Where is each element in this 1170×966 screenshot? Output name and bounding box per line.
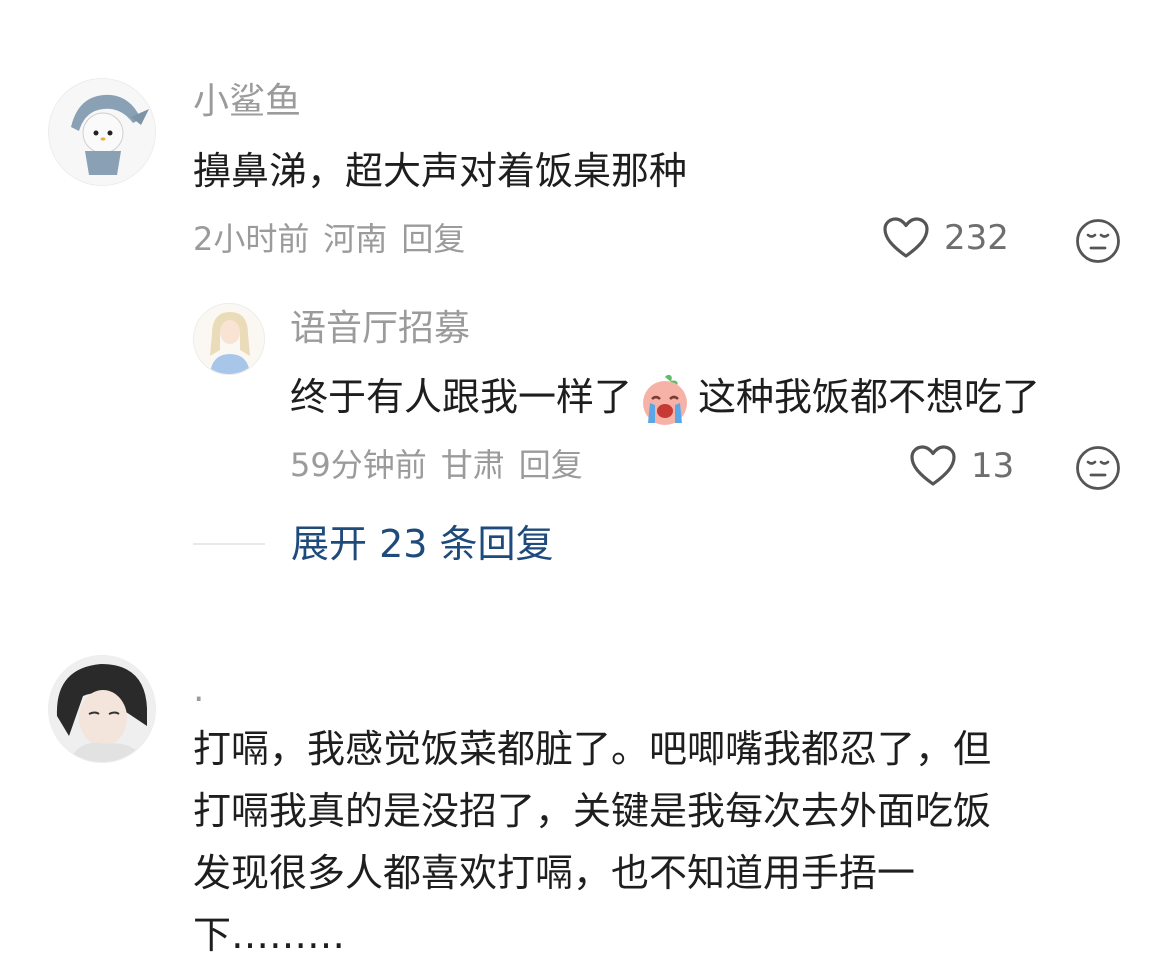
reply-meta: 59分钟前 甘肃 回复 xyxy=(290,445,597,485)
reaction-button[interactable] xyxy=(1075,218,1121,268)
expand-replies[interactable]: 展开 23 条回复 xyxy=(193,520,554,568)
shark-costume-avatar-icon xyxy=(49,79,155,185)
neutral-face-icon xyxy=(1076,219,1120,263)
reply-text-part: 这种我饭都不想吃了 xyxy=(698,375,1041,419)
comment-meta: 2小时前 河南 回复 xyxy=(193,219,479,259)
reply-text: 终于有人跟我一样了 这种我饭都不想吃了 xyxy=(290,367,1040,427)
comment-text-line: 发现很多人都喜欢打嗝，也不知道用手捂一 xyxy=(193,851,916,895)
comment-time: 2小时前 xyxy=(193,220,310,258)
reply-time: 59分钟前 xyxy=(290,446,427,484)
like-button[interactable]: 13 xyxy=(909,444,1014,488)
reply-author[interactable]: 语音厅招募 xyxy=(290,307,470,351)
crying-face-sticker-icon xyxy=(643,374,688,425)
heart-icon xyxy=(910,445,956,486)
avatar[interactable] xyxy=(193,303,265,375)
reaction-button[interactable] xyxy=(1075,445,1121,495)
reply-button[interactable]: 回复 xyxy=(519,446,583,484)
comment-text: 擤鼻涕，超大声对着饭桌那种 xyxy=(193,149,688,193)
illustrated-girl-avatar-icon xyxy=(194,304,264,374)
reply-text-part: 终于有人跟我一样了 xyxy=(290,375,633,419)
reply-button[interactable]: 回复 xyxy=(401,220,465,258)
comment-text-line: 打嗝，我感觉饭菜都脏了。吧唧嘴我都忍了，但 xyxy=(193,727,992,771)
girl-photo-avatar-icon xyxy=(49,656,155,762)
comment-author[interactable]: 小鲨鱼 xyxy=(193,80,301,124)
comment-text-line: 打嗝我真的是没招了，关键是我每次去外面吃饭 xyxy=(193,789,992,833)
reply-location: 甘肃 xyxy=(440,446,505,484)
comment-location: 河南 xyxy=(323,220,388,258)
like-count: 13 xyxy=(971,446,1015,486)
neutral-face-icon xyxy=(1076,446,1120,490)
comment-author[interactable]: . xyxy=(193,668,204,712)
avatar[interactable] xyxy=(48,655,156,763)
comment-text: 打嗝，我感觉饭菜都脏了。吧唧嘴我都忍了，但 打嗝我真的是没招了，关键是我每次去外… xyxy=(193,718,1113,966)
avatar[interactable] xyxy=(48,78,156,186)
expand-replies-label[interactable]: 展开 23 条回复 xyxy=(291,520,554,568)
like-button[interactable]: 232 xyxy=(882,216,1009,260)
comment-text-line: 下……… xyxy=(193,913,346,957)
heart-icon xyxy=(883,217,929,258)
like-count: 232 xyxy=(944,218,1009,258)
divider xyxy=(193,543,265,545)
